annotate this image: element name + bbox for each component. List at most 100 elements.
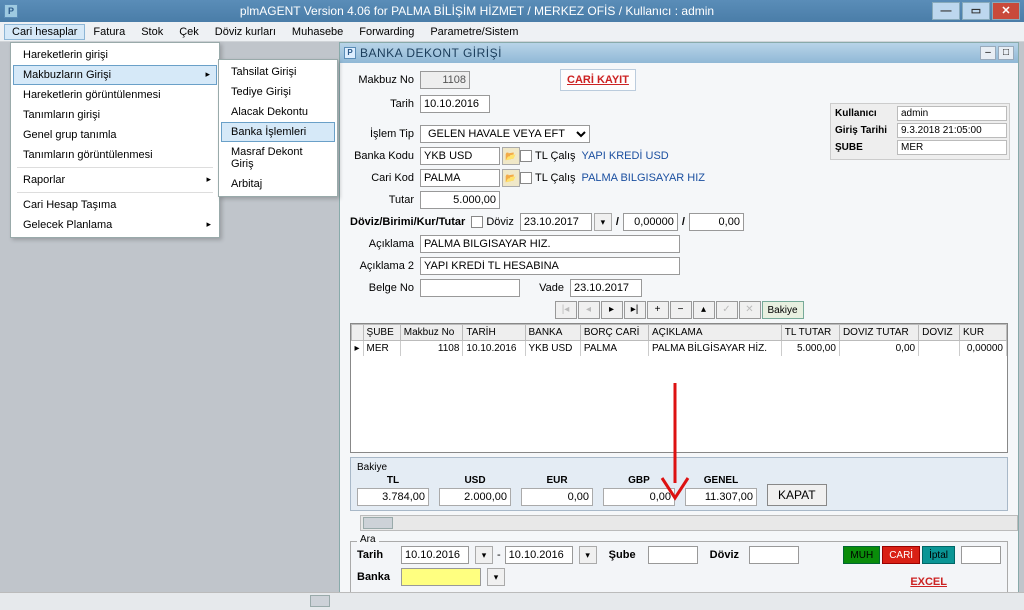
banka-dekont-window: P BANKA DEKONT GİRİŞİ – □ Makbuz No CARİ…	[339, 42, 1019, 607]
tarih-label: Tarih	[350, 98, 420, 110]
nav-first[interactable]: |◂	[555, 301, 577, 319]
col-tarih[interactable]: TARİH	[463, 325, 525, 341]
belge-no-input[interactable]	[420, 279, 520, 297]
menu-hareketlerin-girisi[interactable]: Hareketlerin girişi	[13, 45, 217, 65]
aciklama-input[interactable]	[420, 235, 680, 253]
nav-save[interactable]: ✓	[716, 301, 738, 319]
cari-kayit-button[interactable]: CARİ KAYIT	[560, 69, 636, 91]
minimize-button[interactable]: —	[932, 2, 960, 20]
col-tl-tutar[interactable]: TL TUTAR	[781, 325, 839, 341]
nav-prev[interactable]: ◂	[578, 301, 600, 319]
doviz-kur-input[interactable]	[623, 213, 678, 231]
ara-doviz-input[interactable]	[749, 546, 799, 564]
nav-edit[interactable]: ▴	[693, 301, 715, 319]
ara-tarih1-input[interactable]	[401, 546, 469, 564]
tutar-input[interactable]	[420, 191, 500, 209]
doviz-date-picker-icon[interactable]: ▾	[594, 213, 612, 231]
menu-makbuzlarin-girisi[interactable]: Makbuzların Girişi	[13, 65, 217, 85]
vade-input[interactable]	[570, 279, 642, 297]
doviz-date-input[interactable]	[520, 213, 592, 231]
records-grid[interactable]: ŞUBE Makbuz No TARİH BANKA BORÇ CARİ AÇI…	[350, 323, 1008, 453]
inner-hscrollbar[interactable]	[360, 515, 1018, 531]
cari-kod-input[interactable]	[420, 169, 500, 187]
banka-tl-calis-checkbox[interactable]	[520, 150, 532, 162]
nav-cancel[interactable]: ✕	[739, 301, 761, 319]
menu-fatura[interactable]: Fatura	[85, 24, 133, 40]
col-aciklama[interactable]: AÇIKLAMA	[648, 325, 781, 341]
col-sube[interactable]: ŞUBE	[363, 325, 400, 341]
outer-hscrollbar[interactable]	[0, 592, 1024, 610]
menu-tanimlarin-goruntulenmesi[interactable]: Tanımların görüntülenmesi	[13, 145, 217, 165]
submenu-arbitaj[interactable]: Arbitaj	[221, 174, 335, 194]
excel-link[interactable]: EXCEL	[910, 576, 947, 588]
submenu-alacak-dekontu[interactable]: Alacak Dekontu	[221, 102, 335, 122]
tl-calis-label: TL Çalış	[535, 150, 576, 162]
submenu-masraf-dekont-giris[interactable]: Masraf Dekont Giriş	[221, 142, 335, 174]
tutar-label: Tutar	[350, 194, 420, 206]
col-doviz-tutar[interactable]: DOVIZ TUTAR	[839, 325, 918, 341]
kapat-button[interactable]: KAPAT	[767, 484, 827, 506]
menu-tanimlarin-girisi[interactable]: Tanımların girişi	[13, 105, 217, 125]
submenu-tahsilat-girisi[interactable]: Tahsilat Girişi	[221, 62, 335, 82]
col-kur[interactable]: KUR	[959, 325, 1006, 341]
col-borc-cari[interactable]: BORÇ CARİ	[580, 325, 648, 341]
iptal-button[interactable]: İptal	[922, 546, 955, 564]
col-makbuz[interactable]: Makbuz No	[400, 325, 463, 341]
table-row[interactable]: ▸ MER 1108 10.10.2016 YKB USD PALMA PALM…	[352, 341, 1007, 357]
submenu-tediye-girisi[interactable]: Tediye Girişi	[221, 82, 335, 102]
cari-tl-calis-checkbox[interactable]	[520, 172, 532, 184]
inner-maximize[interactable]: □	[998, 46, 1014, 60]
aciklama-label: Açıklama	[350, 238, 420, 250]
bakiye-button[interactable]: Bakiye	[762, 301, 804, 319]
cari-lookup-icon[interactable]: 📂	[502, 169, 520, 187]
menu-cari-hesaplar[interactable]: Cari hesaplar	[4, 24, 85, 40]
ara-tarih2-picker-icon[interactable]: ▾	[579, 546, 597, 564]
info-giris: 9.3.2018 21:05:00	[897, 123, 1007, 138]
makbuz-no-input[interactable]	[420, 71, 470, 89]
doviz-chk-label: Döviz	[486, 216, 514, 228]
nav-add[interactable]: +	[647, 301, 669, 319]
ara-sube-input[interactable]	[648, 546, 698, 564]
menu-hareketlerin-goruntulenmesi[interactable]: Hareketlerin görüntülenmesi	[13, 85, 217, 105]
menu-raporlar[interactable]: Raporlar	[13, 170, 217, 190]
muh-button[interactable]: MUH	[843, 546, 880, 564]
submenu-banka-islemleri[interactable]: Banka İşlemleri	[221, 122, 335, 142]
nav-delete[interactable]: −	[670, 301, 692, 319]
doviz-tutar-input[interactable]	[689, 213, 744, 231]
menu-parametre-sistem[interactable]: Parametre/Sistem	[422, 24, 526, 40]
nav-next[interactable]: ▸	[601, 301, 623, 319]
inner-minimize[interactable]: –	[980, 46, 996, 60]
menu-stok[interactable]: Stok	[133, 24, 171, 40]
islem-tip-select[interactable]: GELEN HAVALE VEYA EFT	[420, 125, 590, 143]
aciklama2-input[interactable]	[420, 257, 680, 275]
ara-extra-input[interactable]	[961, 546, 1001, 564]
menu-cek[interactable]: Çek	[171, 24, 207, 40]
ara-banka-input[interactable]	[401, 568, 481, 586]
info-kullanici: admin	[897, 106, 1007, 121]
ara-banka-label: Banka	[357, 571, 397, 583]
menu-muhasebe[interactable]: Muhasebe	[284, 24, 351, 40]
menu-cari-hesap-tasima[interactable]: Cari Hesap Taşıma	[13, 195, 217, 215]
bakiye-eur-label: EUR	[546, 475, 567, 486]
cari-button[interactable]: CARİ	[882, 546, 920, 564]
doviz-checkbox[interactable]	[471, 216, 483, 228]
banka-name-display: YAPI KREDİ USD	[582, 150, 669, 162]
tarih-input[interactable]	[420, 95, 490, 113]
banka-lookup-icon[interactable]: 📂	[502, 147, 520, 165]
menu-doviz-kurlari[interactable]: Döviz kurları	[207, 24, 284, 40]
menu-forwarding[interactable]: Forwarding	[351, 24, 422, 40]
banka-kodu-input[interactable]	[420, 147, 500, 165]
app-icon: P	[4, 4, 18, 18]
ara-banka-picker-icon[interactable]: ▾	[487, 568, 505, 586]
menubar: Cari hesaplar Fatura Stok Çek Döviz kurl…	[0, 22, 1024, 42]
ara-tarih1-picker-icon[interactable]: ▾	[475, 546, 493, 564]
menu-genel-grup-tanimla[interactable]: Genel grup tanımla	[13, 125, 217, 145]
bakiye-eur: 0,00	[521, 488, 593, 506]
menu-gelecek-planlama[interactable]: Gelecek Planlama	[13, 215, 217, 235]
ara-tarih2-input[interactable]	[505, 546, 573, 564]
nav-last[interactable]: ▸|	[624, 301, 646, 319]
maximize-button[interactable]: ▭	[962, 2, 990, 20]
close-button[interactable]: ✕	[992, 2, 1020, 20]
col-doviz[interactable]: DOVIZ	[919, 325, 960, 341]
col-banka[interactable]: BANKA	[525, 325, 580, 341]
